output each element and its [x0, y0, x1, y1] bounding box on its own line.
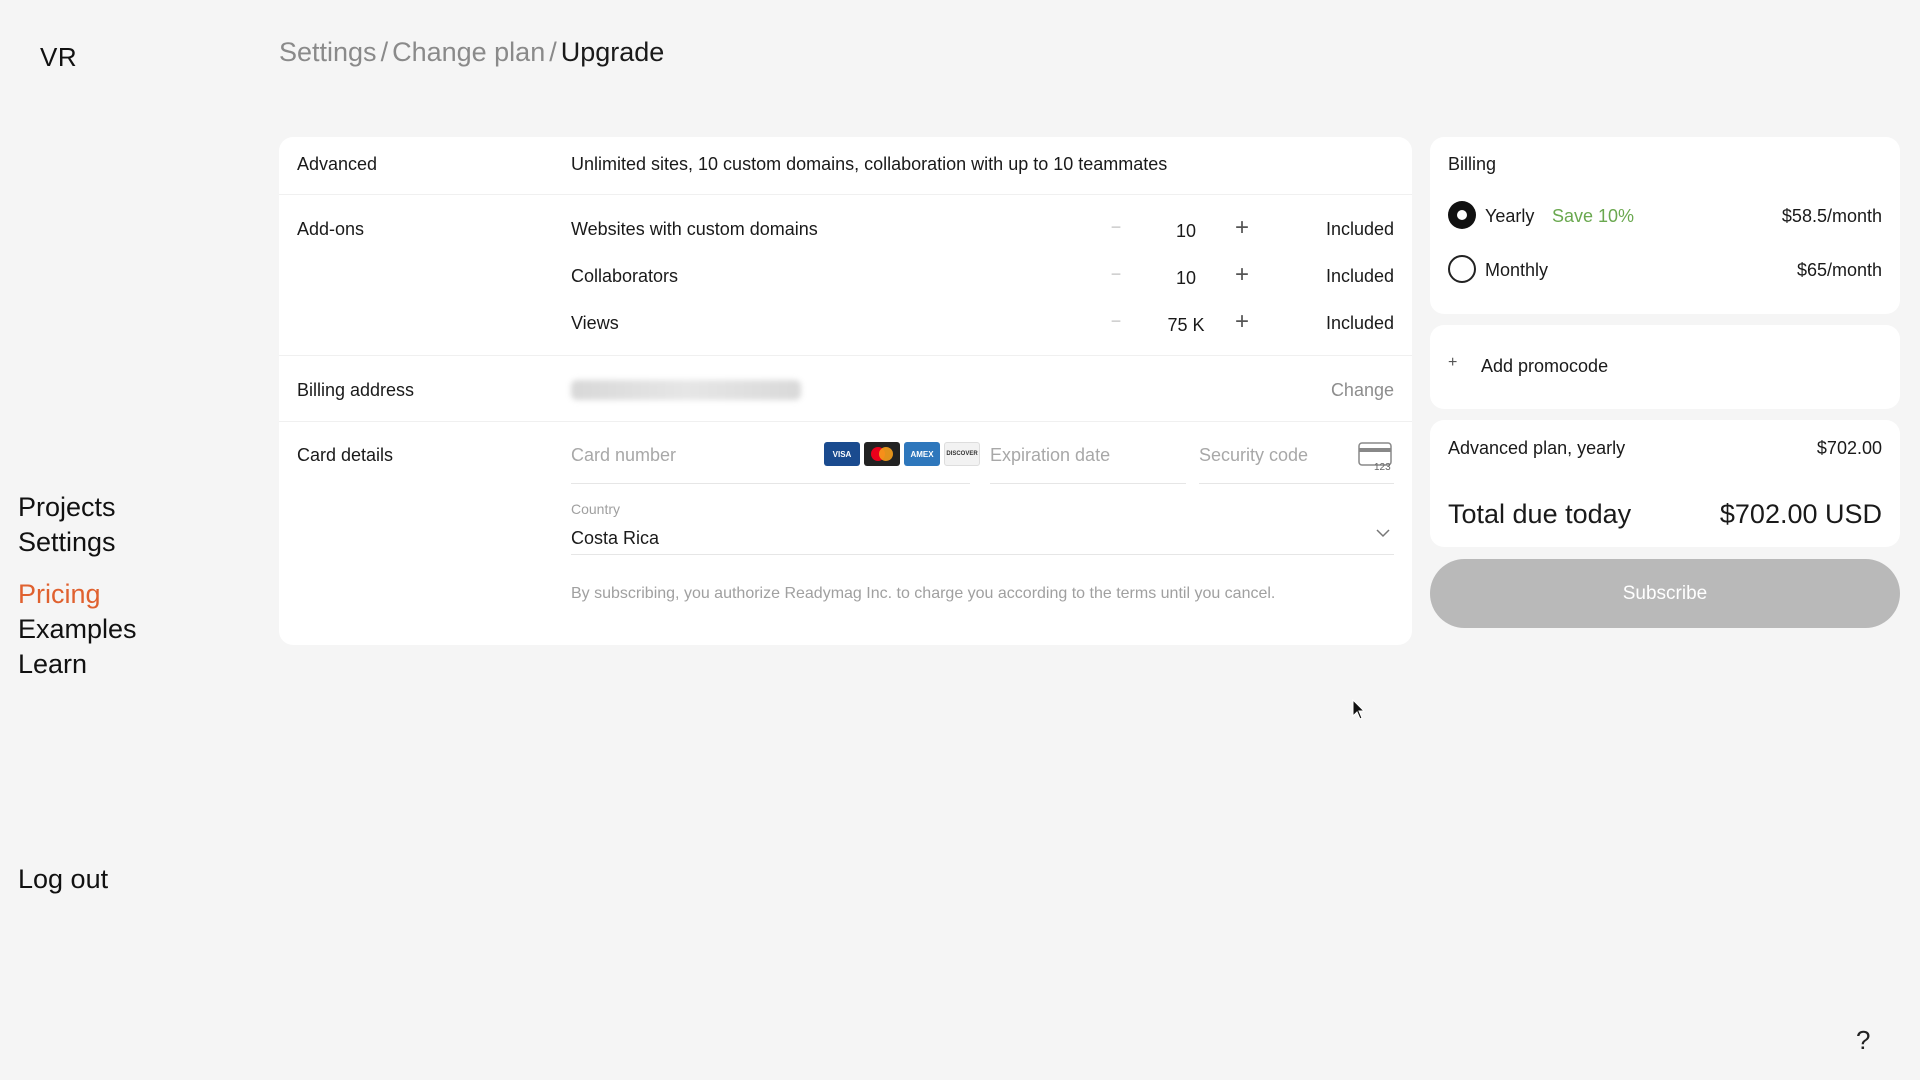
billing-option-price: $65/month: [1796, 260, 1882, 280]
card-brand-logos: VISA AMEX DISCOVER: [824, 442, 980, 466]
addon-name: Collaborators: [571, 266, 679, 286]
expiration-date-input[interactable]: Expiration date: [990, 445, 1110, 466]
addon-status: Included: [1325, 219, 1394, 239]
divider: [279, 355, 1412, 356]
billing-card: Billing Yearly Save 10% $58.5/month Mont…: [1430, 137, 1900, 314]
addon-count: 10: [1175, 268, 1197, 288]
addon-count: 10: [1175, 221, 1197, 241]
addon-count: 75 K: [1167, 315, 1205, 335]
expiration-underline: [990, 483, 1186, 484]
svg-text:123: 123: [1374, 462, 1391, 472]
nav-mid: Pricing Examples Learn: [18, 577, 137, 682]
billing-title: Billing: [1448, 154, 1497, 174]
subscribe-button[interactable]: Subscribe: [1430, 559, 1900, 628]
security-code-underline: [1199, 483, 1394, 484]
billing-option-price: $58.5/month: [1781, 206, 1882, 226]
billing-option-monthly[interactable]: Monthly $65/month: [1448, 253, 1882, 287]
country-underline: [571, 554, 1394, 555]
plan-label: Advanced: [297, 154, 378, 174]
add-promocode-button[interactable]: + Add promocode: [1430, 325, 1900, 409]
total-amount: $702.00 USD: [1719, 499, 1882, 529]
increment-button[interactable]: +: [1230, 309, 1254, 335]
increment-button[interactable]: +: [1230, 215, 1254, 241]
chevron-down-icon[interactable]: [1376, 525, 1390, 543]
country-select[interactable]: Costa Rica: [571, 528, 659, 549]
breadcrumb-separator: /: [549, 37, 557, 67]
decrement-button[interactable]: −: [1106, 217, 1126, 238]
mastercard-icon: [864, 442, 900, 466]
breadcrumb: Settings / Change plan / Upgrade: [279, 37, 664, 68]
country-label: Country: [571, 501, 621, 517]
nav-item-examples[interactable]: Examples: [18, 612, 137, 647]
nav-bottom: Log out: [18, 862, 108, 897]
addon-row-views: Views − 75 K + Included: [571, 309, 1394, 339]
total-label: Total due today: [1448, 499, 1632, 529]
plus-icon: +: [1448, 354, 1458, 371]
addon-name: Websites with custom domains: [571, 219, 818, 239]
billing-option-label: Yearly: [1485, 206, 1535, 226]
radio-selected-icon[interactable]: [1448, 201, 1476, 229]
save-badge: Save 10%: [1552, 206, 1635, 226]
terms-notice: By subscribing, you authorize Readymag I…: [571, 585, 1276, 602]
nav-item-learn[interactable]: Learn: [18, 647, 137, 682]
divider: [279, 421, 1412, 422]
summary-line-amount: $702.00: [1816, 438, 1882, 458]
plan-description: Unlimited sites, 10 custom domains, coll…: [571, 154, 1168, 174]
addon-status: Included: [1325, 313, 1394, 333]
billing-address-label: Billing address: [297, 380, 415, 400]
promocode-label: Add promocode: [1481, 356, 1609, 376]
addon-row-collaborators: Collaborators − 10 + Included: [571, 262, 1394, 292]
discover-icon: DISCOVER: [944, 442, 980, 466]
card-details-label: Card details: [297, 445, 394, 465]
billing-address-value-redacted: [571, 380, 801, 400]
amex-icon: AMEX: [904, 442, 940, 466]
breadcrumb-change-plan[interactable]: Change plan: [392, 37, 545, 67]
checkout-form-card: Advanced Unlimited sites, 10 custom doma…: [279, 137, 1412, 645]
radio-unselected-icon[interactable]: [1448, 255, 1476, 283]
addons-label: Add-ons: [297, 219, 365, 239]
nav-item-projects[interactable]: Projects: [18, 490, 116, 525]
billing-option-label: Monthly: [1485, 260, 1549, 280]
change-address-link[interactable]: Change: [1331, 380, 1394, 401]
card-number-input[interactable]: Card number: [571, 445, 676, 466]
nav-top: Projects Settings: [18, 490, 116, 560]
cvc-card-icon: 123: [1358, 442, 1394, 477]
decrement-button[interactable]: −: [1106, 264, 1126, 285]
nav-item-settings[interactable]: Settings: [18, 525, 116, 560]
mouse-cursor-icon: [1352, 698, 1366, 726]
summary-line-label: Advanced plan, yearly: [1448, 438, 1626, 458]
increment-button[interactable]: +: [1230, 262, 1254, 288]
card-number-underline: [571, 483, 970, 484]
billing-option-yearly[interactable]: Yearly Save 10% $58.5/month: [1448, 199, 1882, 233]
help-button[interactable]: ?: [1856, 1025, 1870, 1056]
security-code-input[interactable]: Security code: [1199, 445, 1308, 466]
nav-item-pricing[interactable]: Pricing: [18, 577, 137, 612]
logo[interactable]: VR: [40, 42, 77, 73]
addon-row-websites: Websites with custom domains − 10 + Incl…: [571, 215, 1394, 245]
addon-status: Included: [1325, 266, 1394, 286]
breadcrumb-separator: /: [380, 37, 389, 67]
order-summary-card: Advanced plan, yearly $702.00 Total due …: [1430, 420, 1900, 547]
logout-link[interactable]: Log out: [18, 862, 108, 897]
addon-name: Views: [571, 313, 619, 333]
visa-icon: VISA: [824, 442, 860, 466]
divider: [279, 194, 1412, 195]
decrement-button[interactable]: −: [1106, 311, 1126, 332]
breadcrumb-settings[interactable]: Settings: [279, 37, 377, 67]
breadcrumb-current: Upgrade: [560, 37, 665, 67]
